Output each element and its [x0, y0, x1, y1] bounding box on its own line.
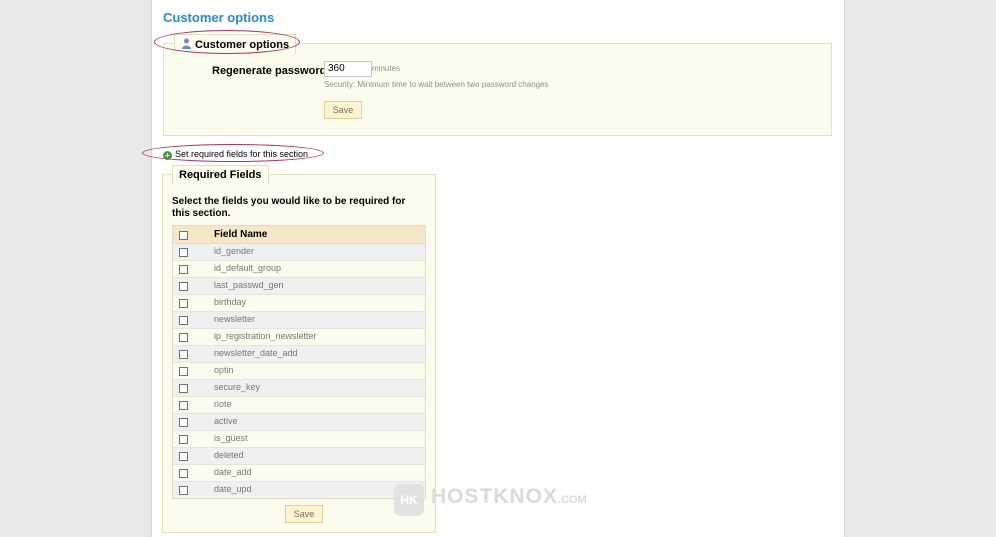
row-checkbox[interactable]	[179, 333, 188, 342]
field-name-header: Field Name	[214, 229, 268, 240]
regenerate-password-input[interactable]	[324, 61, 372, 77]
required-fields-table: Field Name id_gender id_default_grouplast…	[172, 225, 426, 499]
required-fields-legend: Required Fields	[172, 165, 269, 184]
table-row: note	[173, 397, 425, 414]
customer-options-fieldset: Regenerate password: minutes Security: M…	[163, 43, 832, 136]
security-hint: Security: Minimum time to wait between t…	[324, 80, 549, 89]
row-checkbox[interactable]	[179, 452, 188, 461]
table-row: newsletter	[173, 312, 425, 329]
table-row: active	[173, 414, 425, 431]
field-name-cell: note	[214, 399, 232, 409]
row-checkbox[interactable]	[179, 435, 188, 444]
row-checkbox[interactable]	[179, 486, 188, 495]
row-checkbox[interactable]	[179, 401, 188, 410]
field-name-cell: secure_key	[214, 382, 261, 392]
row-checkbox[interactable]	[179, 367, 188, 376]
required-fields-instructions: Select the fields you would like to be r…	[172, 196, 406, 219]
row-checkbox[interactable]	[179, 248, 188, 257]
row-checkbox[interactable]	[179, 384, 188, 393]
minutes-unit: minutes	[372, 64, 401, 73]
select-all-checkbox[interactable]	[179, 231, 188, 240]
field-name-cell: date_upd	[214, 484, 252, 494]
row-checkbox[interactable]	[179, 265, 188, 274]
field-name-cell: id_gender	[214, 246, 255, 256]
required-fields-save-button[interactable]: Save	[285, 505, 323, 523]
table-row: last_passwd_gen	[173, 278, 425, 295]
field-name-cell: ip_registration_newsletter	[214, 331, 317, 341]
table-row: secure_key	[173, 380, 425, 397]
hostknox-watermark: HOSTKNOX.COM	[431, 485, 587, 509]
customer-options-legend: Customer options	[174, 34, 297, 54]
regenerate-password-label: Regenerate password:	[212, 65, 330, 77]
customer-options-save-button[interactable]: Save	[324, 101, 362, 119]
field-name-cell: last_passwd_gen	[214, 280, 284, 290]
field-name-cell: date_add	[214, 467, 252, 477]
table-row: id_default_group	[173, 261, 425, 278]
field-name-cell: active	[214, 416, 238, 426]
table-body: id_gender id_default_group last_passwd_gen…	[173, 244, 425, 498]
customer-options-legend-label: Customer options	[195, 39, 290, 51]
row-checkbox[interactable]	[179, 282, 188, 291]
table-row: ip_registration_newsletter	[173, 329, 425, 346]
table-row: date_add	[173, 465, 425, 482]
row-checkbox[interactable]	[179, 316, 188, 325]
table-header: Field Name	[173, 226, 425, 244]
row-checkbox[interactable]	[179, 418, 188, 427]
table-row: optin	[173, 363, 425, 380]
page-title: Customer options	[163, 10, 275, 25]
field-name-cell: newsletter_date_add	[214, 348, 298, 358]
table-row: deleted	[173, 448, 425, 465]
field-name-cell: birthday	[214, 297, 247, 307]
watermark-suffix: .COM	[558, 494, 587, 506]
row-checkbox[interactable]	[179, 469, 188, 478]
field-name-cell: optin	[214, 365, 234, 375]
table-row: birthday	[173, 295, 425, 312]
set-required-fields-label: Set required fields for this section	[175, 149, 309, 159]
user-icon	[181, 38, 192, 49]
field-name-cell: newsletter	[214, 314, 256, 324]
field-name-cell: is_guest	[214, 433, 248, 443]
table-row: newsletter_date_add	[173, 346, 425, 363]
table-row: date_upd	[173, 482, 425, 498]
content-panel: Customer options Regenerate password: mi…	[142, 0, 845, 537]
field-name-cell: deleted	[214, 450, 244, 460]
set-required-fields-link[interactable]: + Set required fields for this section	[163, 149, 308, 160]
hostknox-logo-icon: HK	[394, 484, 424, 516]
row-checkbox[interactable]	[179, 299, 188, 308]
table-row: is_guest	[173, 431, 425, 448]
add-icon: +	[163, 151, 172, 160]
field-name-cell: id_default_group	[214, 263, 282, 273]
watermark-text: HOSTKNOX	[431, 485, 559, 508]
row-checkbox[interactable]	[179, 350, 188, 359]
table-row: id_gender	[173, 244, 425, 261]
